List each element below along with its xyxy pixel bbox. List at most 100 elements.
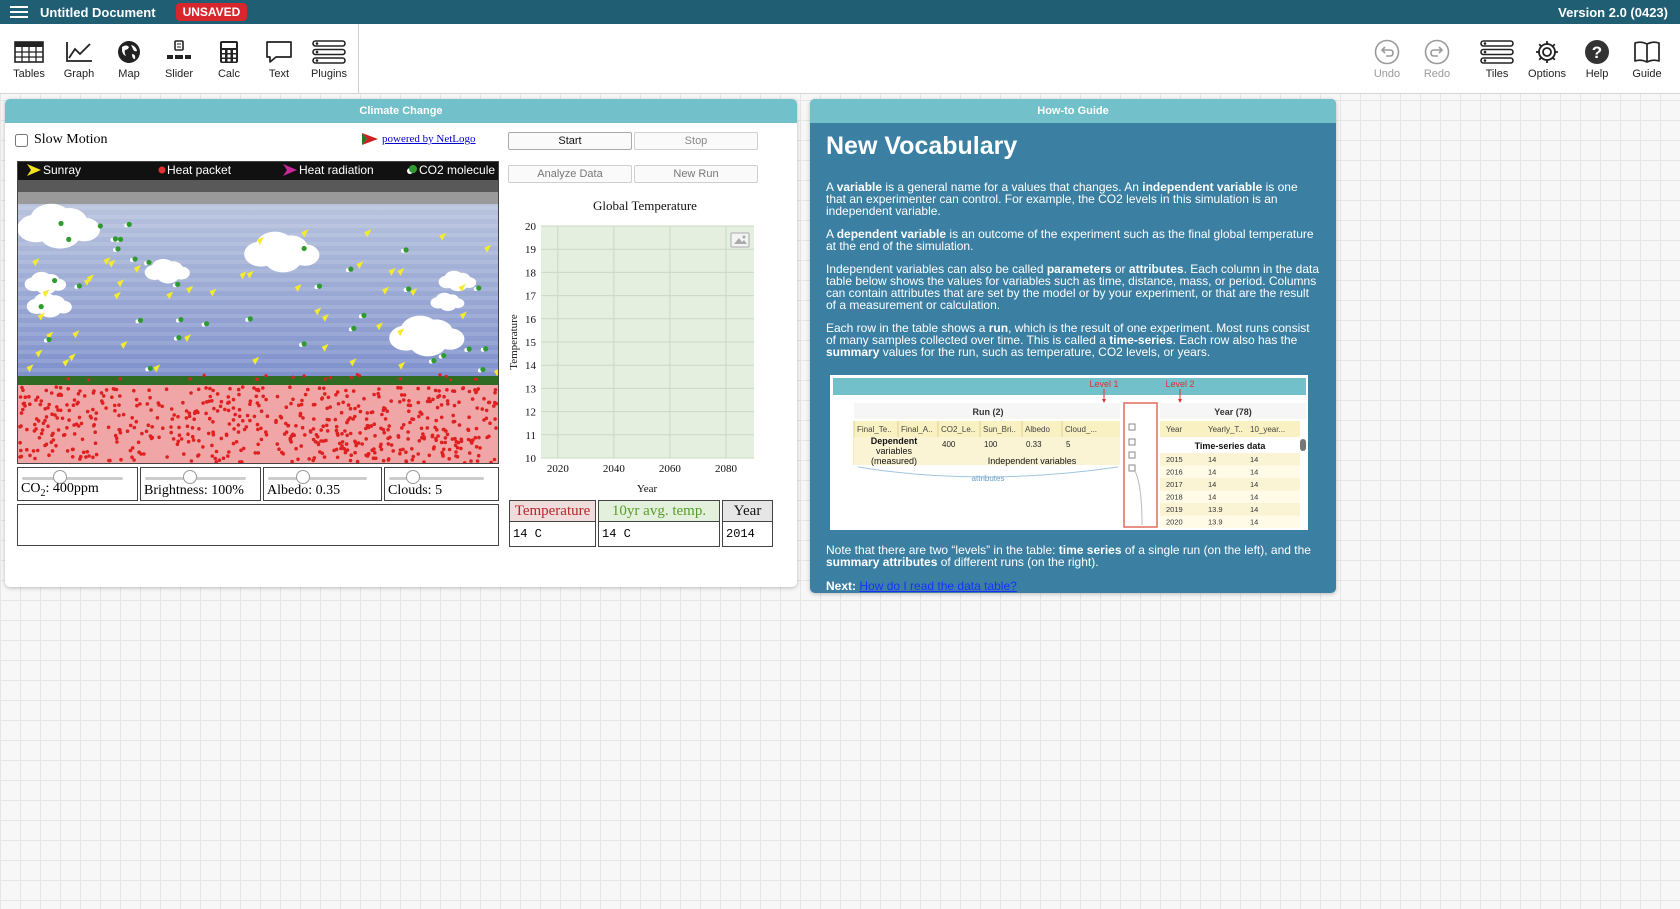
heat-packet	[323, 392, 327, 396]
heat-packet	[410, 447, 414, 451]
heat-packet	[149, 408, 153, 412]
undo-button[interactable]: Undo	[1362, 24, 1412, 93]
chart-image-export-icon[interactable]	[730, 232, 750, 248]
heat-packet	[362, 396, 366, 401]
heat-packet	[466, 428, 471, 433]
heat-packet	[492, 404, 496, 408]
co2-slider[interactable]: CO2: 400ppm	[17, 467, 138, 501]
simulation-world[interactable]: Sunray Heat packet Heat radiation CO2 mo…	[17, 161, 499, 464]
options-button[interactable]: Options	[1522, 24, 1572, 93]
sky-band	[18, 206, 498, 210]
heat-packet	[416, 400, 421, 405]
heat-packet	[493, 400, 497, 405]
heat-packet	[294, 446, 298, 451]
heat-packet	[303, 392, 308, 397]
heat-packet	[445, 432, 450, 437]
heat-packet	[386, 442, 391, 446]
guide-paragraph-runs: Each row in the table shows a run, which…	[826, 322, 1320, 358]
heat-packet	[164, 387, 169, 391]
heat-packet	[275, 394, 280, 399]
chart-y-tick-label: 14	[525, 360, 537, 372]
plugins-tool-button[interactable]: Plugins	[304, 24, 354, 93]
clouds-slider[interactable]: Clouds: 5	[384, 467, 499, 501]
tiles-button[interactable]: Tiles	[1472, 24, 1522, 93]
tile-title-guide[interactable]: How-to Guide	[810, 99, 1336, 123]
heat-packet	[383, 406, 387, 411]
heat-packet	[348, 458, 353, 463]
help-button[interactable]: ? Help	[1572, 24, 1622, 93]
analyze-data-button[interactable]: Analyze Data	[508, 165, 632, 183]
heat-packet	[451, 389, 455, 393]
heat-packet	[19, 454, 24, 459]
heat-packet	[169, 407, 174, 411]
table-cell: 14	[1208, 455, 1216, 464]
guide-next-link[interactable]: How do I read the data table?	[859, 579, 1016, 593]
heat-packet	[213, 456, 218, 461]
heat-packet	[447, 447, 452, 452]
slider-icon	[162, 38, 196, 66]
heat-packet	[445, 388, 449, 392]
world-view	[18, 180, 498, 463]
redo-button[interactable]: Redo	[1412, 24, 1462, 93]
heat-packet	[189, 391, 193, 395]
legend-sunray: Sunray	[26, 163, 81, 177]
netlogo-link[interactable]: powered by NetLogo	[382, 133, 475, 145]
brightness-slider[interactable]: Brightness: 100%	[140, 467, 261, 501]
map-tool-button[interactable]: Map	[104, 24, 154, 93]
albedo-slider-knob[interactable]	[295, 470, 310, 484]
heat-packet	[334, 447, 339, 452]
text-tool-button[interactable]: Text	[254, 24, 304, 93]
slow-motion-checkbox[interactable]	[15, 133, 28, 147]
clouds-slider-track[interactable]	[389, 477, 484, 480]
co2-slider-track[interactable]	[22, 477, 123, 480]
heat-packet	[40, 428, 45, 432]
clouds-slider-knob[interactable]	[405, 470, 420, 484]
chart-y-tick-label: 15	[525, 337, 537, 349]
document-title[interactable]: Untitled Document	[40, 5, 156, 20]
global-temperature-chart[interactable]: Global Temperature 10 11 12 13 14 15 16 17 18 19 2…	[505, 194, 765, 494]
heat-packet	[478, 446, 482, 450]
hamburger-menu-icon[interactable]	[10, 3, 28, 21]
heat-packet	[259, 426, 263, 431]
heat-packet	[89, 416, 93, 420]
slider-tool-button[interactable]: Slider	[154, 24, 204, 93]
brightness-slider-knob[interactable]	[183, 470, 198, 484]
heat-packet	[439, 415, 444, 420]
heat-packet	[256, 427, 260, 432]
heat-packet	[373, 434, 377, 438]
table-column-header: Year	[1166, 425, 1183, 434]
heat-packet	[469, 438, 473, 443]
heat-packet	[261, 394, 265, 399]
climate-change-tile[interactable]: Climate Change Slow Motion powered by Ne…	[5, 99, 797, 587]
heat-packet	[482, 396, 486, 401]
heat-packet	[67, 408, 72, 413]
slow-motion-control[interactable]: Slow Motion	[15, 132, 108, 148]
start-button[interactable]: Start	[508, 132, 632, 150]
tile-title-climate[interactable]: Climate Change	[5, 99, 797, 123]
albedo-slider[interactable]: Albedo: 0.35	[263, 467, 382, 501]
chart-y-tick-label: 20	[525, 221, 537, 233]
heat-packet	[284, 405, 289, 409]
heat-packet	[165, 455, 169, 459]
guide-button[interactable]: Guide	[1622, 24, 1672, 93]
calc-tool-button[interactable]: Calc	[204, 24, 254, 93]
heat-packet	[298, 413, 303, 418]
heat-packet	[416, 452, 421, 456]
heat-packet	[493, 388, 498, 392]
tables-tool-button[interactable]: Tables	[4, 24, 54, 93]
new-run-button[interactable]: New Run	[634, 165, 758, 183]
heat-packet	[291, 397, 295, 402]
heat-packet	[275, 442, 280, 446]
level1-label: Level 1	[1089, 379, 1118, 389]
heat-packet	[176, 439, 181, 444]
graph-tool-button[interactable]: Graph	[54, 24, 104, 93]
heat-packet	[187, 414, 192, 419]
avg-temp-monitor-label: 10yr avg. temp.	[599, 501, 719, 522]
heat-packet	[420, 412, 424, 416]
how-to-guide-tile[interactable]: How-to Guide New Vocabulary A variable i…	[810, 99, 1336, 593]
heat-packet	[43, 407, 47, 411]
stop-button[interactable]: Stop	[634, 132, 758, 150]
heat-packet	[376, 391, 381, 396]
heat-packet	[322, 386, 326, 391]
albedo-slider-track[interactable]	[268, 477, 367, 480]
